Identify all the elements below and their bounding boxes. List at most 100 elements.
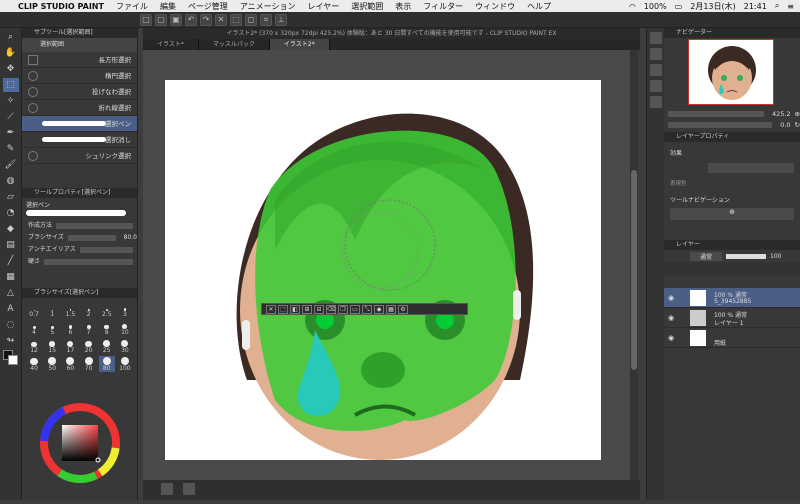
redo-icon[interactable]: ↷ xyxy=(200,13,212,26)
brush-size-item[interactable]: 10 xyxy=(117,320,133,336)
search-dock-icon[interactable] xyxy=(649,96,662,108)
brush-size-item[interactable]: 17 xyxy=(62,338,78,354)
page-icon[interactable] xyxy=(161,483,173,495)
ruler-tool-icon[interactable]: △ xyxy=(3,286,19,300)
zoom-slider[interactable] xyxy=(668,110,764,117)
fill-icon[interactable]: ◆ xyxy=(3,222,19,236)
menu-view[interactable]: 表示 xyxy=(395,1,411,12)
pencil-icon[interactable]: ✎ xyxy=(3,142,19,156)
blend-icon[interactable]: ◔ xyxy=(3,206,19,220)
opacity-slider[interactable] xyxy=(726,253,767,259)
hardness-slider[interactable] xyxy=(44,259,133,265)
brush-size-item[interactable]: 8 xyxy=(99,320,115,336)
tab-muscle[interactable]: マッスルパック xyxy=(199,39,270,50)
info-icon[interactable] xyxy=(649,80,662,92)
brush-size-item[interactable]: 7 xyxy=(80,320,96,336)
tone-button[interactable]: ▦ xyxy=(386,305,396,314)
color-wheel[interactable] xyxy=(22,398,138,500)
menu-page[interactable]: ページ管理 xyxy=(188,1,228,12)
brush-size-item[interactable]: 0.7 xyxy=(26,302,42,318)
eyedropper-icon[interactable]: ⟋ xyxy=(3,110,19,124)
rotation-value[interactable]: 0.0 xyxy=(780,121,790,129)
visibility-eye-icon[interactable]: ◉ xyxy=(668,314,674,322)
brush-size-item[interactable]: 25 xyxy=(99,338,115,354)
opacity-value[interactable]: 100 xyxy=(770,253,781,260)
menu-edit[interactable]: 編集 xyxy=(160,1,176,12)
menu-filter[interactable]: フィルター xyxy=(423,1,463,12)
layer-row-image[interactable]: ◉ 100 % 通常 S_39452885 xyxy=(664,288,800,308)
eraser-icon[interactable]: ▱ xyxy=(3,190,19,204)
brush-size-item[interactable]: 60 xyxy=(62,356,78,372)
blend-mode-select[interactable]: 通常 xyxy=(690,251,723,261)
open-icon[interactable]: ▢ xyxy=(155,13,167,26)
navigator-thumbnail[interactable] xyxy=(688,39,774,105)
brush-icon[interactable]: 🖌 xyxy=(3,158,19,172)
subtool-selection-pen[interactable]: 選択ペン xyxy=(22,116,137,132)
layer-row-layer1[interactable]: ◉ 100 % 通常 レイヤー 1 xyxy=(664,308,800,328)
brush-size-item[interactable]: 5 xyxy=(44,320,60,336)
rotation-slider[interactable] xyxy=(668,121,773,128)
transform-button[interactable]: ⤡ xyxy=(362,305,372,314)
subtool-ellipse-select[interactable]: 楕円選択 xyxy=(22,68,137,84)
subtool-group[interactable]: 選択範囲 xyxy=(22,38,137,52)
layer-row-paper[interactable]: ◉ 用紙 xyxy=(664,328,800,348)
effect-buttons[interactable] xyxy=(708,163,794,173)
auto-select-icon[interactable]: ✧ xyxy=(3,94,19,108)
menu-app-name[interactable]: CLIP STUDIO PAINT xyxy=(18,2,104,11)
mode-buttons[interactable] xyxy=(56,223,133,229)
menu-help[interactable]: ヘルプ xyxy=(527,1,551,12)
clear-button[interactable]: ⌫ xyxy=(326,305,336,314)
canvas-area[interactable] xyxy=(143,50,630,480)
scroll-thumb[interactable] xyxy=(631,170,637,370)
brush-size-item[interactable]: 30 xyxy=(117,338,133,354)
selection-tool-icon[interactable]: ⬚ xyxy=(2,78,19,92)
material-icon[interactable] xyxy=(649,64,662,76)
brush-size-item[interactable]: 4 xyxy=(26,320,42,336)
correct-line-icon[interactable]: ↬ xyxy=(3,334,19,348)
menu-selection[interactable]: 選択範囲 xyxy=(351,1,383,12)
size-value[interactable]: 80.0 xyxy=(124,232,137,244)
brush-size-item[interactable]: 6 xyxy=(62,320,78,336)
save-icon[interactable]: ▣ xyxy=(170,13,182,26)
zoom-value[interactable]: 425.2 xyxy=(772,110,791,118)
brush-size-item[interactable]: 1.5 xyxy=(62,302,78,318)
wifi-icon[interactable]: ◠ xyxy=(629,2,636,11)
settings-button[interactable]: ⚙ xyxy=(398,305,408,314)
brush-size-item[interactable]: 1 xyxy=(44,302,60,318)
expand-button[interactable]: ⊞ xyxy=(302,305,312,314)
airbrush-icon[interactable]: ◍ xyxy=(3,174,19,188)
subtool-polyline-select[interactable]: 折れ線選択 xyxy=(22,100,137,116)
hand-tool-icon[interactable]: ✋ xyxy=(3,46,19,60)
brush-size-item[interactable]: 12 xyxy=(26,338,42,354)
move-tool-icon[interactable]: ✥ xyxy=(3,62,19,76)
brush-size-item[interactable]: 50 xyxy=(44,356,60,372)
size-slider[interactable] xyxy=(67,235,116,241)
brush-size-item[interactable]: 2.5 xyxy=(99,302,115,318)
brush-size-item[interactable]: 40 xyxy=(26,356,42,372)
snap-icon[interactable]: ⌗ xyxy=(260,13,272,26)
ruler-icon[interactable]: ⟂ xyxy=(275,13,287,26)
subtool-lasso-select[interactable]: 投げなわ選択 xyxy=(22,84,137,100)
search-icon[interactable]: ⌕ xyxy=(775,1,779,11)
brush-size-item[interactable]: 15 xyxy=(44,338,60,354)
balloon-icon[interactable]: ◌ xyxy=(3,318,19,332)
brush-size-item[interactable]: 100 xyxy=(117,356,133,372)
subtool-rect-select[interactable]: 長方形選択 xyxy=(22,52,137,68)
clear-icon[interactable]: ✕ xyxy=(215,13,227,26)
zoom-tool-icon[interactable]: ⌕ xyxy=(3,30,19,44)
navigator-dock-icon[interactable] xyxy=(649,32,662,44)
paste-button[interactable]: ▭ xyxy=(350,305,360,314)
canvas-vertical-scrollbar[interactable] xyxy=(630,50,638,480)
deselect-icon[interactable]: ◻ xyxy=(245,13,257,26)
zoom-in-icon[interactable]: ⊕ xyxy=(795,110,800,118)
visibility-eye-icon[interactable]: ◉ xyxy=(668,294,674,302)
tab-illust2[interactable]: イラスト2* xyxy=(269,39,330,50)
menu-list-icon[interactable]: ≡ xyxy=(787,2,794,11)
menu-layer[interactable]: レイヤー xyxy=(308,1,340,12)
brush-size-item[interactable]: 3 xyxy=(117,302,133,318)
paper-canvas[interactable] xyxy=(165,80,601,460)
brush-size-item[interactable]: 80 xyxy=(98,356,115,372)
subtool-selection-eraser[interactable]: 選択消し xyxy=(22,132,137,148)
tab-illust[interactable]: イラスト* xyxy=(143,39,199,50)
brush-size-item[interactable]: 70 xyxy=(80,356,96,372)
